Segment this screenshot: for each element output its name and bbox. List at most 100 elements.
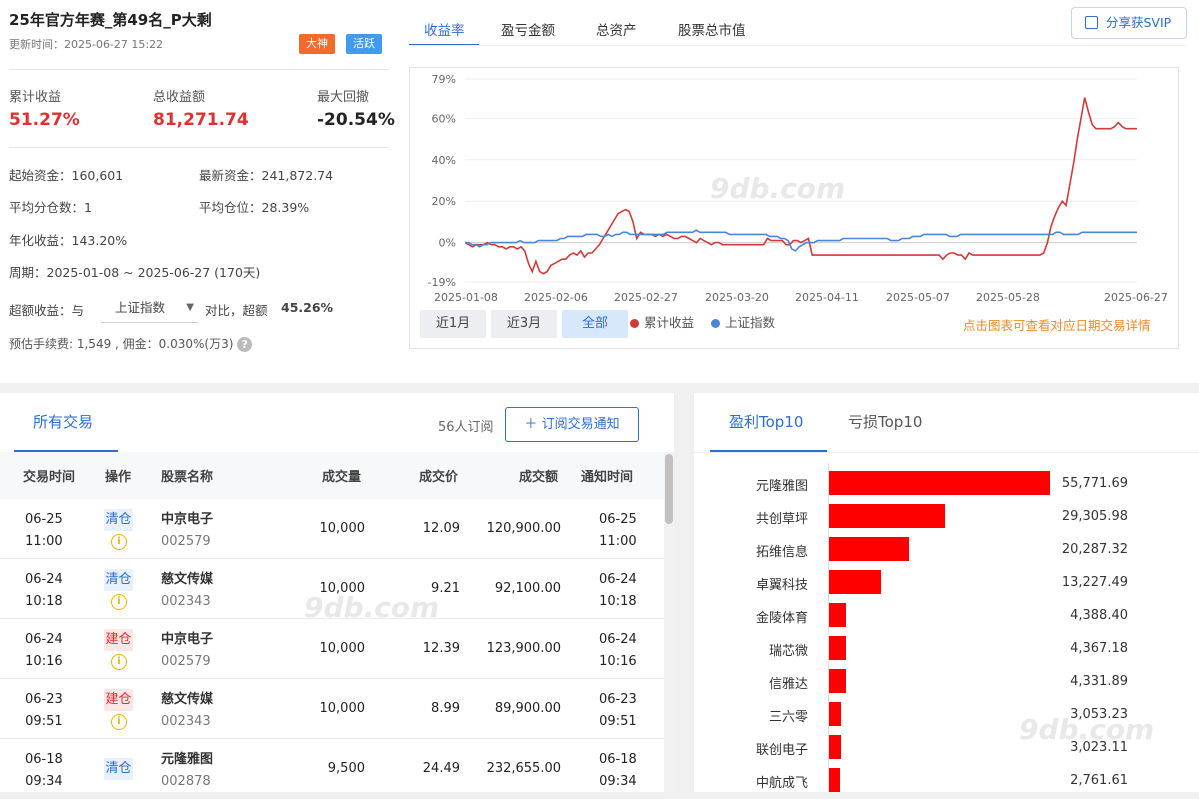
profit-bar[interactable] (829, 603, 847, 627)
profit-bar[interactable] (829, 471, 1050, 495)
info-icon[interactable]: i (111, 534, 127, 550)
info-icon[interactable]: i (111, 714, 127, 730)
trade-time-cell: 06-25 11:00 (25, 509, 63, 553)
return-chart-box[interactable]: 79% 60% 40% 20% 0% -19% 2025-01-08 2025-02-06 20… (409, 67, 1179, 349)
amount: 123,900.00 (486, 641, 561, 656)
profit-bar[interactable] (829, 702, 842, 726)
trade-date: 06-25 (25, 512, 63, 527)
price: 24.49 (422, 761, 460, 776)
volume: 10,000 (319, 641, 366, 656)
tab-stock-market-value[interactable]: 股票总市值 (678, 19, 746, 39)
profit-bar[interactable] (829, 735, 841, 759)
info-icon[interactable]: i (111, 654, 127, 670)
volume: 10,000 (319, 521, 366, 536)
share-svip-button[interactable]: 分享获SVIP (1071, 7, 1187, 39)
range-1-month-button[interactable]: 近1月 (420, 310, 486, 338)
stock-cell[interactable]: 慈文传媒 002343 (161, 689, 213, 733)
annualized-return: 年化收益：143.20% (9, 233, 128, 248)
fee-info: 预估手续费: 1,549 , 佣金：0.030%(万3) ? (9, 335, 253, 352)
notify-date: 06-23 (599, 692, 637, 707)
profit-bar[interactable] (829, 537, 910, 561)
range-3-month-button[interactable]: 近3月 (491, 310, 557, 338)
notify-time-cell: 06-23 09:51 (599, 689, 637, 733)
amount-cell: 232,655.00 (460, 761, 561, 776)
x-tick-label: 2025-01-08 (434, 291, 498, 304)
notify-time-cell: 06-24 10:16 (599, 629, 637, 673)
stock-code: 002343 (161, 714, 211, 729)
bar-value-label: 4,367.18 (1070, 641, 1128, 656)
benchmark-select[interactable]: 上证指数 ▼ (101, 295, 198, 323)
trade-time: 09:34 (25, 774, 63, 789)
operation-cell: 建仓 (104, 689, 133, 711)
col-trade-time: 交易时间 (23, 470, 76, 485)
series-line-index[interactable] (465, 229, 1137, 252)
tab-return-rate[interactable]: 收益率 (424, 19, 465, 39)
bar-value-label: 4,388.40 (1070, 608, 1128, 623)
start-capital: 起始资金：160,601 (9, 168, 124, 183)
share-label: 分享获SVIP (1106, 15, 1172, 30)
profit-bar[interactable] (829, 768, 840, 792)
notify-time: 09:34 (599, 774, 637, 789)
updated-time: 更新时间：2025-06-27 15:22 (9, 38, 164, 51)
row-separator (0, 738, 664, 739)
legend-index[interactable]: 上证指数 (711, 312, 775, 331)
bar-category-label: 元隆雅图 (755, 479, 808, 494)
scrollbar[interactable] (664, 452, 674, 792)
price-cell: 12.09 (380, 521, 460, 536)
tab-total-assets[interactable]: 总资产 (596, 19, 637, 39)
trades-panel: 所有交易 56人订阅 ＋ 订阅交易通知 交易时间 操作 股票名称 成交量 成交价… (0, 393, 674, 799)
amount-cell: 120,900.00 (460, 521, 561, 536)
trade-time: 09:51 (25, 714, 63, 729)
total-profit-value: 81,271.74 (153, 110, 249, 130)
legend-index-label: 上证指数 (725, 315, 776, 330)
bar-category-label: 联创电子 (755, 743, 808, 758)
amount-cell: 92,100.00 (460, 581, 561, 596)
legend-return[interactable]: 累计收益 (630, 312, 694, 331)
avg-split: 平均分仓数：1 (9, 200, 92, 215)
cumulative-return-label: 累计收益 (9, 90, 62, 105)
divider (9, 147, 389, 148)
notify-date: 06-18 (599, 752, 637, 767)
bar-category-label: 信雅达 (768, 677, 808, 692)
stock-cell[interactable]: 慈文传媒 002343 (161, 569, 213, 613)
x-tick-label: 2025-06-27 (1104, 291, 1168, 304)
subscribe-notify-button[interactable]: ＋ 订阅交易通知 (505, 407, 639, 442)
latest-capital: 最新资金：241,872.74 (199, 168, 334, 183)
operation-cell: 清仓 (104, 509, 133, 531)
scrollbar-thumb[interactable] (665, 454, 673, 524)
col-operation: 操作 (105, 470, 132, 485)
trade-time: 11:00 (25, 534, 63, 549)
amount: 120,900.00 (486, 521, 561, 536)
notify-time-cell: 06-24 10:18 (599, 569, 637, 613)
tab-all-trades[interactable]: 所有交易 (33, 411, 93, 432)
question-icon[interactable]: ? (237, 337, 253, 352)
plus-icon: ＋ (524, 417, 538, 432)
price-cell: 24.49 (380, 761, 460, 776)
trade-date: 06-24 (25, 632, 63, 647)
stock-cell[interactable]: 中京电子 002579 (161, 629, 213, 673)
badge-active: 活跃 (346, 34, 382, 54)
price: 8.99 (431, 701, 460, 716)
stock-cell[interactable]: 中京电子 002579 (161, 509, 213, 553)
stock-name: 元隆雅图 (161, 752, 214, 767)
bar-category-label: 瑞芯微 (768, 644, 808, 659)
profit-bar[interactable] (829, 504, 946, 528)
profit-bar[interactable] (829, 636, 847, 660)
y-tick-label: 0% (439, 237, 456, 250)
info-icon[interactable]: i (111, 594, 127, 610)
x-tick-label: 2025-02-27 (614, 291, 678, 304)
profit-bar[interactable] (829, 570, 882, 594)
profit-bar[interactable] (829, 669, 847, 693)
amount-cell: 89,900.00 (460, 701, 561, 716)
tab-profit-amount[interactable]: 盈亏金额 (501, 19, 555, 39)
col-amount: 成交额 (519, 470, 559, 485)
x-tick-label: 2025-02-06 (524, 291, 588, 304)
col-price: 成交价 (419, 470, 459, 485)
stock-code: 002878 (161, 774, 211, 789)
trade-time-cell: 06-18 09:34 (25, 749, 63, 793)
max-drawdown-label: 最大回撤 (317, 90, 370, 105)
trade-time: 10:16 (25, 654, 63, 669)
range-all-button[interactable]: 全部 (562, 310, 628, 338)
stock-cell[interactable]: 元隆雅图 002878 (161, 749, 213, 793)
chart-hint: 点击图表可查看对应日期交易详情 (963, 318, 1151, 333)
